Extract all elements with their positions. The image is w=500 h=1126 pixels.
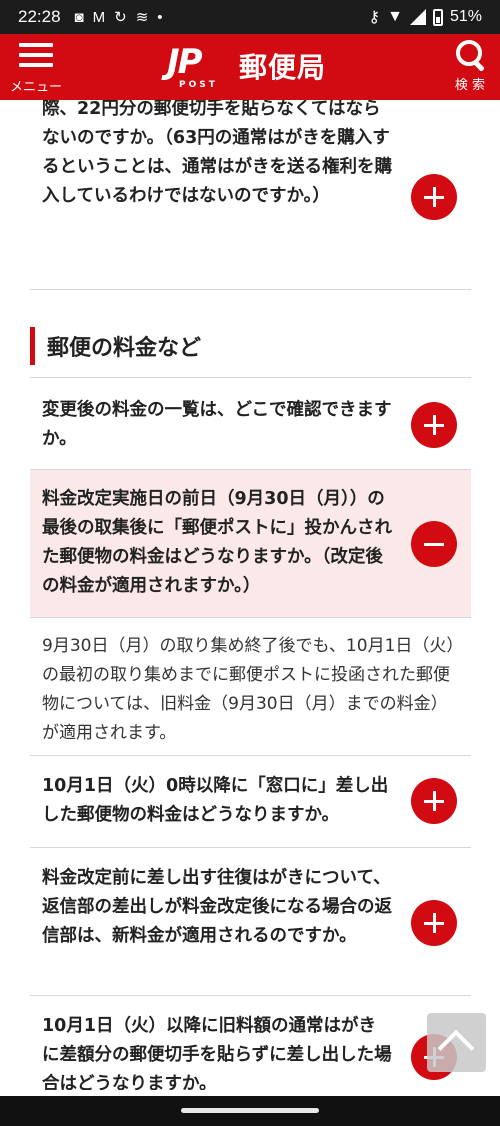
site-header: メニュー JP POST 郵便局 検 索 — [0, 34, 500, 100]
collapse-minus-icon[interactable] — [411, 521, 457, 567]
jp-post-logo-mark: JP POST — [165, 42, 225, 90]
faq-item[interactable]: 10月1日（火）以降に旧料額の通常はがきに差額分の郵便切手を貼らずに差し出した場… — [30, 996, 471, 1090]
faq-item[interactable]: 料金改定前に差し出す往復はがきについて、返信部の差出しが料金改定後になる場合の返… — [30, 848, 471, 996]
hamburger-icon — [19, 40, 53, 70]
gmail-icon: M — [92, 8, 106, 26]
faq-content: はがきを、2024年10月以降に差し出す際、22円分の郵便切手を貼らなくてはなら… — [0, 100, 500, 1090]
faq-question: はがきを、2024年10月以降に差し出す際、22円分の郵便切手を貼らなくてはなら… — [42, 100, 392, 206]
search-button[interactable]: 検 索 — [448, 38, 492, 96]
expand-plus-icon[interactable] — [411, 174, 457, 220]
status-time: 22:28 — [18, 7, 61, 26]
wifi-icon: ▼ — [387, 8, 403, 25]
menu-label: メニュー — [9, 80, 62, 95]
expand-plus-icon[interactable] — [411, 778, 457, 824]
sync-icon: ↻ — [114, 9, 127, 26]
status-bar: 22:28 ◙ M ↻ ≋ • ⚷ ▼ 51% — [0, 0, 500, 34]
faq-question: 10月1日（火）以降に旧料額の通常はがきに差額分の郵便切手を貼らずに差し出した場… — [42, 1016, 392, 1090]
faq-item[interactable]: 変更後の料金の一覧は、どこで確認できますか。 — [30, 378, 471, 470]
status-notification-icons: ◙ M ↻ ≋ • — [74, 8, 163, 27]
wifi-off-icon: ≋ — [135, 9, 149, 26]
faq-item[interactable]: 10月1日（火）0時以降に「窓口に」差し出した郵便物の料金はどうなりますか。 — [30, 756, 471, 848]
status-system-icons: ⚷ ▼ 51% — [368, 7, 482, 27]
search-label: 検 索 — [454, 78, 486, 93]
search-icon — [454, 38, 486, 70]
logo-mark-text: JP — [167, 42, 203, 82]
faq-question: 変更後の料金の一覧は、どこで確認できますか。 — [42, 400, 392, 449]
menu-button[interactable]: メニュー — [6, 40, 66, 96]
discord-icon: ◙ — [74, 8, 84, 26]
section-accent-bar — [30, 327, 35, 365]
faq-answer: 9月30日（月）の取り集め終了後でも、10月1日（火）の最初の取り集めまでに郵便… — [30, 618, 471, 756]
faq-item-expanded[interactable]: 料金改定実施日の前日（9月30日（月））の最後の取集後に「郵便ポストに」投かんさ… — [30, 470, 471, 618]
battery-icon — [432, 8, 443, 26]
system-nav-bar — [0, 1096, 500, 1126]
section-title: 郵便の料金など — [47, 336, 202, 361]
expand-plus-icon[interactable] — [411, 402, 457, 448]
logo-text: 郵便局 — [239, 51, 327, 84]
dot-icon: • — [157, 8, 163, 26]
faq-question: 料金改定実施日の前日（9月30日（月））の最後の取集後に「郵便ポストに」投かんさ… — [42, 489, 392, 596]
faq-question: 料金改定前に差し出す往復はがきについて、返信部の差出しが料金改定後になる場合の返… — [42, 868, 392, 946]
logo-post-text: POST — [179, 80, 218, 90]
japan-post-logo[interactable]: JP POST 郵便局 — [165, 42, 326, 90]
faq-answer-text: 9月30日（月）の取り集め終了後でも、10月1日（火）の最初の取り集めまでに郵便… — [42, 636, 455, 743]
home-gesture-handle[interactable] — [181, 1108, 319, 1113]
faq-item[interactable]: はがきを、2024年10月以降に差し出す際、22円分の郵便切手を貼らなくてはなら… — [30, 100, 471, 290]
scroll-to-top-button[interactable] — [427, 1013, 486, 1072]
faq-question: 10月1日（火）0時以降に「窓口に」差し出した郵便物の料金はどうなりますか。 — [42, 776, 389, 825]
expand-plus-icon[interactable] — [411, 900, 457, 946]
signal-icon — [409, 9, 426, 25]
battery-percent: 51% — [449, 8, 482, 25]
vpn-key-icon: ⚷ — [368, 9, 381, 26]
section-heading: 郵便の料金など — [30, 326, 201, 366]
